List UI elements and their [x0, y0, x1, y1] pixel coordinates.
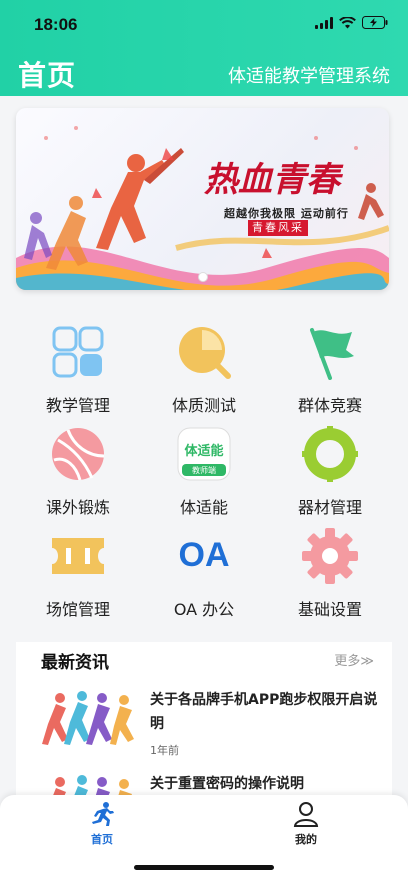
- news-more-link[interactable]: 更多≫: [334, 650, 374, 669]
- tab-label: 首页: [91, 833, 113, 846]
- target-ring-icon: [302, 426, 358, 482]
- news-heading: 最新资讯: [41, 653, 109, 673]
- runner-icon: [92, 802, 114, 826]
- grid-item-teaching[interactable]: 教学管理: [10, 324, 146, 424]
- grid-item-oa[interactable]: OA OA 办公: [136, 528, 272, 628]
- home-indicator: [134, 865, 274, 870]
- news-time: 1年前: [150, 744, 179, 757]
- grid-label: 教学管理: [45, 396, 110, 415]
- grid-label: 基础设置: [297, 600, 362, 619]
- status-icons: [315, 16, 388, 29]
- grid-item-extracurricular[interactable]: 课外锻炼: [10, 426, 146, 526]
- wifi-icon: [339, 16, 356, 29]
- news-title: 关于各品牌手机APP跑步权限开启说明: [150, 692, 378, 732]
- tab-home[interactable]: 首页: [62, 801, 142, 851]
- user-icon: [293, 802, 319, 827]
- banner-title: 热血青春: [204, 160, 340, 200]
- flag-icon: [302, 324, 358, 380]
- carousel-indicator[interactable]: [198, 272, 208, 282]
- news-section: 最新资讯 更多≫ 关于各品牌手机APP跑步权限开启说明 1年前 关于重置密码的操…: [16, 642, 392, 802]
- oa-icon-text: OA: [178, 536, 230, 574]
- grid-label: OA 办公: [173, 600, 235, 619]
- tab-mine[interactable]: 我的: [266, 801, 346, 851]
- header: 18:06 首页 体适能教学管理系统: [0, 0, 408, 96]
- grid-label: 体质测试: [171, 396, 236, 415]
- venue-icon: [50, 528, 106, 584]
- app-logo-icon: 体适能 教师端: [176, 426, 232, 482]
- grid-label: 体适能: [179, 498, 228, 517]
- grid-label: 器材管理: [297, 498, 362, 517]
- tab-label: 我的: [295, 833, 317, 846]
- battery-charging-icon: [362, 16, 388, 29]
- grid-item-settings[interactable]: 基础设置: [262, 528, 398, 628]
- grid-item-group-competition[interactable]: 群体竞赛: [262, 324, 398, 424]
- search-magnifier-icon: [176, 324, 232, 380]
- app-badge-text: 体适能: [184, 444, 224, 459]
- app-badge-sub: 教师端: [192, 466, 216, 475]
- oa-icon: OA: [176, 528, 232, 584]
- banner-tag: 青春风采: [248, 220, 308, 236]
- banner-carousel[interactable]: 热血青春 超越你我极限 运动前行 青春风采: [16, 108, 389, 290]
- grid-label: 场馆管理: [45, 600, 110, 619]
- status-bar: 18:06: [0, 0, 408, 48]
- basketball-icon: [50, 426, 106, 482]
- grid-item-fitness-app[interactable]: 体适能 教师端 体适能: [136, 426, 272, 526]
- grid-label: 课外锻炼: [45, 498, 110, 517]
- runners-thumbnail: [42, 691, 134, 745]
- news-item[interactable]: 关于各品牌手机APP跑步权限开启说明 1年前: [40, 688, 380, 757]
- grid-item-venue[interactable]: 场馆管理: [10, 528, 146, 628]
- status-time: 18:06: [34, 15, 78, 34]
- grid-blocks-icon: [50, 324, 106, 380]
- grid-item-equipment[interactable]: 器材管理: [262, 426, 398, 526]
- news-title: 关于重置密码的操作说明: [150, 776, 304, 792]
- banner-slogan: 超越你我极限 运动前行: [224, 207, 349, 220]
- page-title: 首页: [18, 59, 77, 92]
- grid-label: 群体竞赛: [297, 396, 362, 415]
- grid-item-fitness-test[interactable]: 体质测试: [136, 324, 272, 424]
- signal-icon: [315, 16, 333, 29]
- system-name: 体适能教学管理系统: [228, 66, 390, 87]
- gear-icon: [302, 528, 358, 584]
